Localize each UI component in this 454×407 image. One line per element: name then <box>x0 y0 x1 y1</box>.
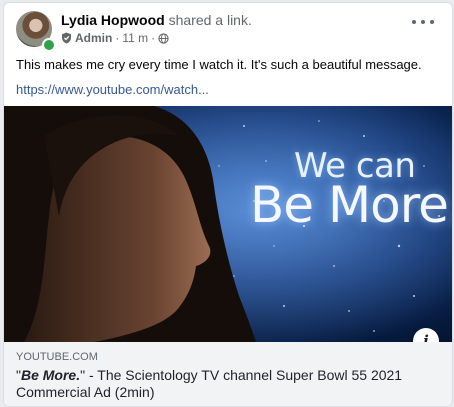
author-role: Admin <box>75 31 113 45</box>
preview-caption-line2: Be More. <box>250 176 452 234</box>
link-title[interactable]: "Be More." - The Scientology TV channel … <box>16 367 440 401</box>
post-time[interactable]: 11 m <box>122 31 148 45</box>
meta-separator: · <box>151 31 156 45</box>
link-domain: YOUTUBE.COM <box>16 351 98 363</box>
author-name[interactable]: Lydia Hopwood <box>61 12 165 28</box>
post-header: Lydia Hopwood shared a link. <box>61 12 252 28</box>
dot <box>412 20 416 24</box>
link-card-footer[interactable]: YOUTUBE.COM "Be More." - The Scientology… <box>4 342 452 406</box>
more-options-icon[interactable] <box>412 17 434 27</box>
meta-separator: · <box>115 31 120 45</box>
globe-icon[interactable] <box>158 32 169 44</box>
post-link[interactable]: https://www.youtube.com/watch... <box>16 82 209 97</box>
post-text: This makes me cry every time I watch it.… <box>16 57 422 72</box>
dot <box>430 20 434 24</box>
dot <box>421 20 425 24</box>
online-status-dot <box>42 38 56 52</box>
post-meta: Admin · 11 m · <box>61 31 169 45</box>
post-card: Lydia Hopwood shared a link. Admin · 11 … <box>3 2 453 407</box>
admin-shield-icon <box>61 32 72 44</box>
post-action-text: shared a link. <box>168 12 252 28</box>
link-preview-image[interactable]: We can Be More. i <box>4 106 452 342</box>
title-bold-part: Be More. <box>20 367 81 383</box>
